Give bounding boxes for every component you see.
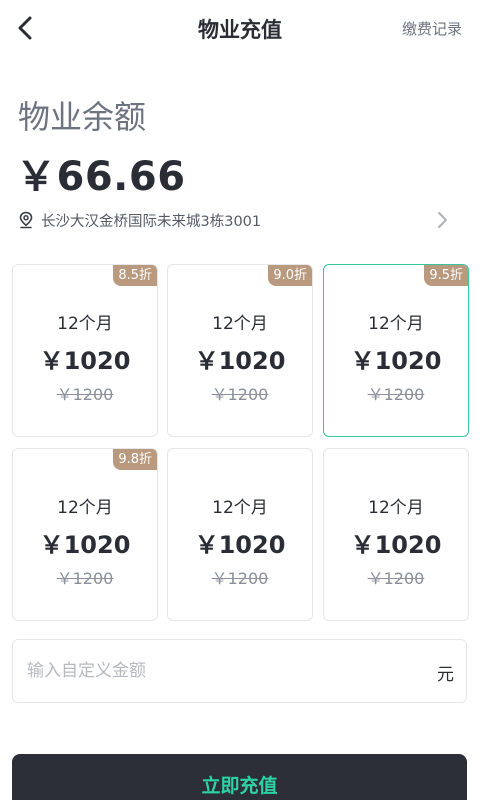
plan-original-price: ￥1200 — [367, 385, 425, 404]
plan-duration: 12个月 — [57, 314, 113, 334]
plan-price: ￥1020 — [194, 347, 286, 375]
plan-price: ￥1020 — [39, 347, 131, 375]
payment-history-link[interactable]: 缴费记录 — [402, 18, 462, 39]
nav-bar: 物业充值 缴费记录 — [0, 0, 480, 58]
plan-duration: 12个月 — [57, 498, 113, 518]
plan-duration: 12个月 — [368, 314, 424, 334]
plan-card[interactable]: 9.0折 12个月 ￥1020 ￥1200 — [167, 264, 313, 437]
address-selector[interactable]: 长沙大汉金桥国际未来城3栋3001 — [18, 207, 462, 233]
plan-price: ￥1020 — [350, 347, 442, 375]
plan-original-price: ￥1200 — [211, 385, 269, 404]
address-text: 长沙大汉金桥国际未来城3栋3001 — [41, 214, 262, 230]
discount-badge: 9.0折 — [268, 265, 312, 286]
discount-badge: 9.8折 — [113, 449, 157, 470]
chevron-left-icon[interactable] — [12, 14, 40, 42]
currency-unit: 元 — [437, 665, 454, 685]
custom-amount-field: 元 — [12, 639, 467, 703]
discount-badge: 9.5折 — [424, 265, 468, 286]
plan-card[interactable]: 12个月 ￥1020 ￥1200 — [323, 448, 469, 621]
plan-price: ￥1020 — [39, 531, 131, 559]
plan-original-price: ￥1200 — [56, 385, 114, 404]
discount-badge: 8.5折 — [113, 265, 157, 286]
custom-amount-input[interactable] — [27, 640, 407, 702]
chevron-right-icon — [438, 212, 447, 228]
recharge-now-button[interactable]: 立即充值 — [12, 754, 467, 800]
plan-card-selected[interactable]: 9.5折 12个月 ￥1020 ￥1200 — [323, 264, 469, 437]
plan-duration: 12个月 — [212, 314, 268, 334]
balance-label: 物业余额 — [18, 98, 147, 136]
plan-original-price: ￥1200 — [56, 569, 114, 588]
plan-original-price: ￥1200 — [211, 569, 269, 588]
location-pin-icon — [19, 211, 33, 229]
balance-amount: ￥66.66 — [16, 154, 186, 200]
plan-card[interactable]: 9.8折 12个月 ￥1020 ￥1200 — [12, 448, 158, 621]
plan-duration: 12个月 — [212, 498, 268, 518]
plan-card[interactable]: 12个月 ￥1020 ￥1200 — [167, 448, 313, 621]
plan-price: ￥1020 — [194, 531, 286, 559]
plan-card[interactable]: 8.5折 12个月 ￥1020 ￥1200 — [12, 264, 158, 437]
plan-price: ￥1020 — [350, 531, 442, 559]
plan-duration: 12个月 — [368, 498, 424, 518]
plan-original-price: ￥1200 — [367, 569, 425, 588]
